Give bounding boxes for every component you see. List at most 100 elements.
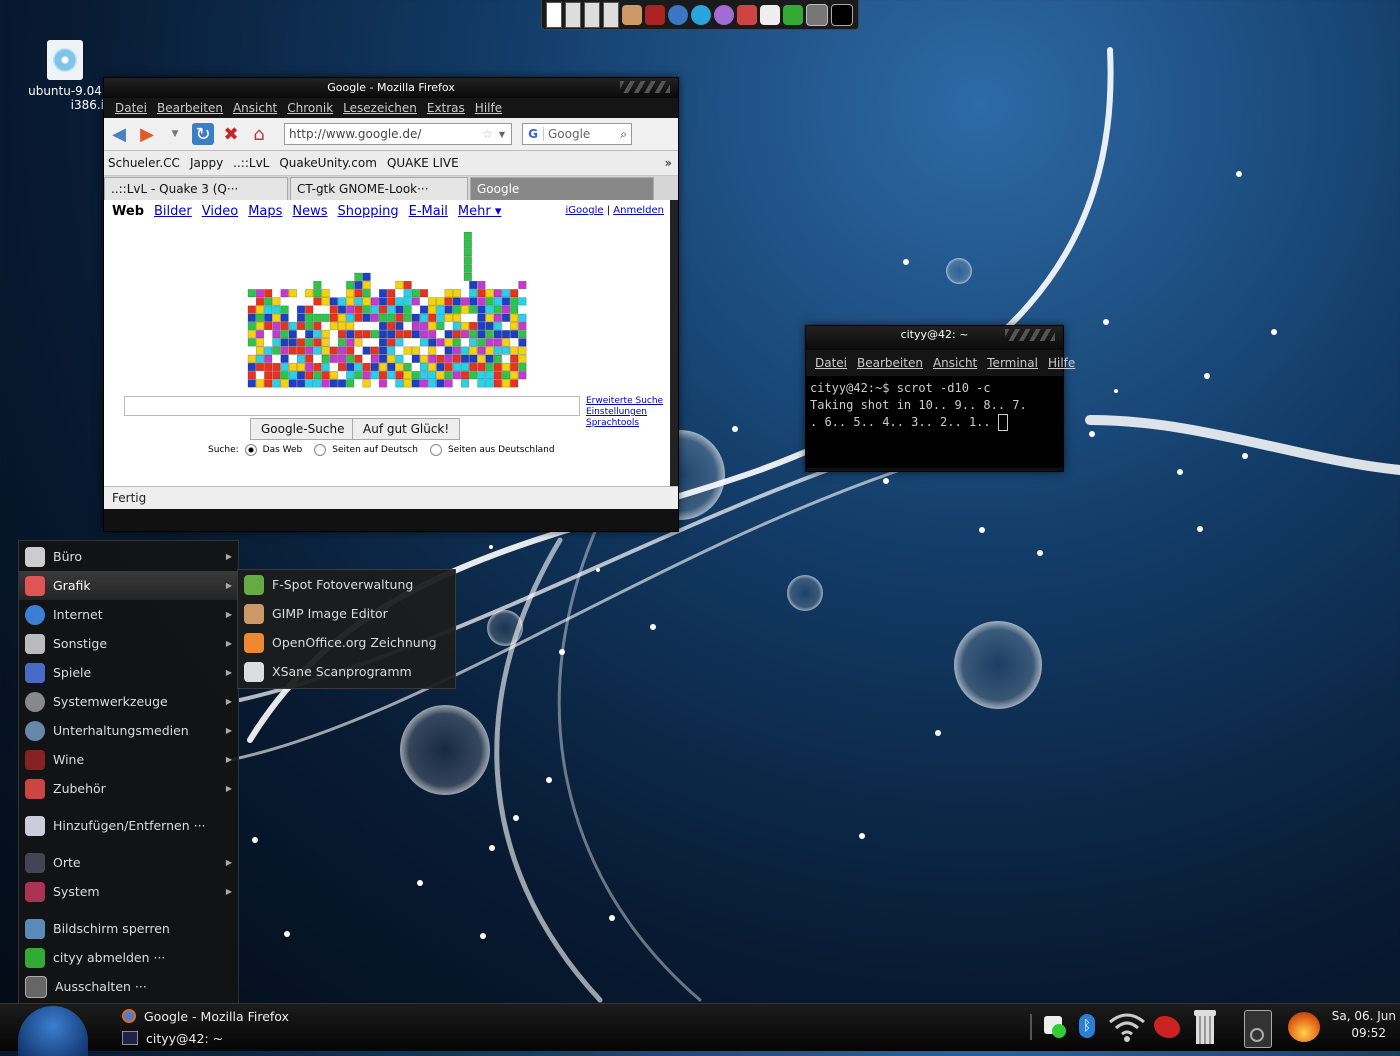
url-bar[interactable]: http://www.google.de/ ☆ ▼ bbox=[284, 123, 512, 145]
bookmark-jappy[interactable]: Jappy bbox=[190, 156, 223, 170]
bookmark-lvl[interactable]: ..::LvL bbox=[233, 156, 269, 170]
menu-item-orte[interactable]: Orte ▶ bbox=[19, 848, 238, 877]
menu-terminal[interactable]: Terminal bbox=[982, 356, 1043, 370]
menu-bearbeiten[interactable]: Bearbeiten bbox=[852, 356, 928, 370]
google-search-input[interactable] bbox=[124, 396, 580, 416]
menu-item-systemwerkzeuge[interactable]: Systemwerkzeuge ▶ bbox=[19, 687, 238, 716]
submenu-item-xsane[interactable]: XSane Scanprogramm bbox=[238, 657, 455, 686]
menu-datei[interactable]: Datei bbox=[110, 101, 152, 115]
stop-button[interactable]: ✖ bbox=[220, 123, 242, 145]
wifi-icon[interactable] bbox=[1106, 1008, 1148, 1044]
menu-datei[interactable]: Datei bbox=[810, 356, 852, 370]
anmelden-link[interactable]: Anmelden bbox=[613, 205, 664, 216]
search-engine-icon[interactable]: G bbox=[523, 127, 543, 141]
menu-extras[interactable]: Extras bbox=[422, 101, 470, 115]
search-input[interactable]: Google bbox=[543, 127, 620, 141]
desktop-icon-iso[interactable]: ubuntu-9.04 i386.i bbox=[22, 40, 108, 112]
menu-orb-button[interactable] bbox=[18, 1006, 88, 1056]
menu-chronik[interactable]: Chronik bbox=[282, 101, 338, 115]
radio-seiten-deutsch[interactable] bbox=[314, 444, 327, 456]
task-firefox[interactable]: Google - Mozilla Firefox bbox=[122, 1006, 289, 1026]
einstellungen-link[interactable]: Einstellungen bbox=[586, 407, 663, 418]
menu-item-unterhaltungsmedien[interactable]: Unterhaltungsmedien ▶ bbox=[19, 716, 238, 745]
pidgin-icon[interactable] bbox=[714, 4, 734, 25]
history-dropdown-icon[interactable]: ▼ bbox=[164, 123, 186, 145]
menu-item-system[interactable]: System ▶ bbox=[19, 877, 238, 906]
nav-video[interactable]: Video bbox=[202, 204, 238, 219]
download-icon[interactable] bbox=[645, 4, 665, 25]
menu-item-add-remove[interactable]: Hinzufügen/Entfernen ··· bbox=[19, 811, 238, 840]
terminal-icon[interactable] bbox=[831, 3, 853, 26]
sprachtools-link[interactable]: Sprachtools bbox=[586, 418, 663, 429]
nav-mehr[interactable]: Mehr ▾ bbox=[458, 204, 501, 219]
menu-hilfe[interactable]: Hilfe bbox=[470, 101, 507, 115]
menu-item-buero[interactable]: Büro ▶ bbox=[19, 542, 238, 571]
url-dropdown-icon[interactable]: ▼ bbox=[499, 130, 505, 139]
gimp-icon[interactable] bbox=[622, 4, 642, 25]
igoogle-link[interactable]: iGoogle bbox=[566, 205, 604, 216]
nav-email[interactable]: E-Mail bbox=[409, 204, 448, 219]
menu-hilfe[interactable]: Hilfe bbox=[1043, 356, 1080, 370]
search-icon[interactable]: ⌕ bbox=[620, 127, 627, 142]
package-icon[interactable] bbox=[737, 4, 757, 25]
menu-item-spiele[interactable]: Spiele ▶ bbox=[19, 658, 238, 687]
erweiterte-suche-link[interactable]: Erweiterte Suche bbox=[586, 396, 663, 407]
search-bar[interactable]: G Google ⌕ bbox=[522, 123, 632, 145]
menu-item-logout[interactable]: cityy abmelden ··· bbox=[19, 943, 238, 972]
firefox-titlebar[interactable]: Google - Mozilla Firefox bbox=[104, 78, 678, 98]
network-status-icon[interactable] bbox=[1040, 1008, 1068, 1044]
speaker-icon[interactable] bbox=[1242, 1008, 1272, 1048]
text-editor-icon[interactable] bbox=[760, 4, 780, 25]
workspace-4[interactable] bbox=[603, 1, 619, 28]
radio-das-web[interactable] bbox=[244, 444, 257, 456]
menu-item-internet[interactable]: Internet ▶ bbox=[19, 600, 238, 629]
bookmark-star-icon[interactable]: ☆ bbox=[482, 127, 493, 141]
power-icon[interactable] bbox=[806, 3, 828, 26]
menu-lesezeichen[interactable]: Lesezeichen bbox=[338, 101, 422, 115]
menu-bearbeiten[interactable]: Bearbeiten bbox=[152, 101, 228, 115]
workspace-1[interactable] bbox=[546, 1, 562, 28]
flame-app-icon[interactable] bbox=[1284, 1008, 1324, 1044]
bookmarks-more-button[interactable]: » bbox=[665, 156, 672, 170]
workspace-2[interactable] bbox=[565, 1, 581, 28]
thunderbird-icon[interactable] bbox=[668, 4, 688, 25]
workspace-3[interactable] bbox=[584, 1, 600, 28]
terminal-output[interactable]: cityy@42:~$ scrot -d10 -c Taking shot in… bbox=[806, 376, 1063, 468]
tab-lvl[interactable]: ..::LvL - Quake 3 (Q··· bbox=[104, 177, 288, 200]
menu-ansicht[interactable]: Ansicht bbox=[228, 101, 282, 115]
google-search-button[interactable]: Google-Suche bbox=[250, 418, 356, 440]
submenu-item-oodraw[interactable]: OpenOffice.org Zeichnung bbox=[238, 628, 455, 657]
skype-icon[interactable] bbox=[691, 4, 711, 25]
menu-item-shutdown[interactable]: Ausschalten ··· bbox=[19, 972, 238, 1001]
page-scrollbar[interactable] bbox=[670, 200, 678, 486]
trash-icon[interactable] bbox=[1190, 1008, 1218, 1044]
nav-shopping[interactable]: Shopping bbox=[338, 204, 399, 219]
reload-button[interactable]: ↻ bbox=[192, 123, 214, 145]
menu-item-wine[interactable]: Wine ▶ bbox=[19, 745, 238, 774]
task-terminal[interactable]: cityy@42: ~ bbox=[122, 1028, 223, 1048]
submenu-item-fspot[interactable]: F-Spot Fotoverwaltung bbox=[238, 570, 455, 599]
bookmark-quakelive[interactable]: QUAKE LIVE bbox=[387, 156, 459, 170]
tab-google[interactable]: Google bbox=[470, 177, 654, 200]
terminal-titlebar[interactable]: cityy@42: ~ bbox=[806, 326, 1063, 350]
bookmark-quakeunity[interactable]: QuakeUnity.com bbox=[279, 156, 377, 170]
clock[interactable]: Sa, 06. Jun 09:52 bbox=[1332, 1008, 1396, 1042]
bookmark-schueler[interactable]: Schueler.CC bbox=[108, 156, 180, 170]
back-button[interactable]: ◀ bbox=[108, 123, 130, 145]
menu-item-sonstige[interactable]: Sonstige ▶ bbox=[19, 629, 238, 658]
menu-item-zubehoer[interactable]: Zubehör ▶ bbox=[19, 774, 238, 803]
menu-ansicht[interactable]: Ansicht bbox=[928, 356, 982, 370]
tab-gnome-look[interactable]: CT-gtk GNOME-Look··· bbox=[290, 177, 468, 200]
nav-bilder[interactable]: Bilder bbox=[154, 204, 192, 219]
radio-seiten-deutschland[interactable] bbox=[429, 444, 442, 456]
submenu-item-gimp[interactable]: GIMP Image Editor bbox=[238, 599, 455, 628]
forward-button[interactable]: ▶ bbox=[136, 123, 158, 145]
menu-item-lock-screen[interactable]: Bildschirm sperren bbox=[19, 914, 238, 943]
dragon-app-icon[interactable] bbox=[1152, 1008, 1180, 1044]
bluetooth-icon[interactable]: ᛒ bbox=[1074, 1008, 1102, 1044]
home-button[interactable]: ⌂ bbox=[248, 123, 270, 145]
nav-maps[interactable]: Maps bbox=[248, 204, 282, 219]
lucky-button[interactable]: Auf gut Glück! bbox=[352, 418, 461, 440]
logout-icon[interactable] bbox=[783, 4, 803, 25]
nav-news[interactable]: News bbox=[292, 204, 327, 219]
